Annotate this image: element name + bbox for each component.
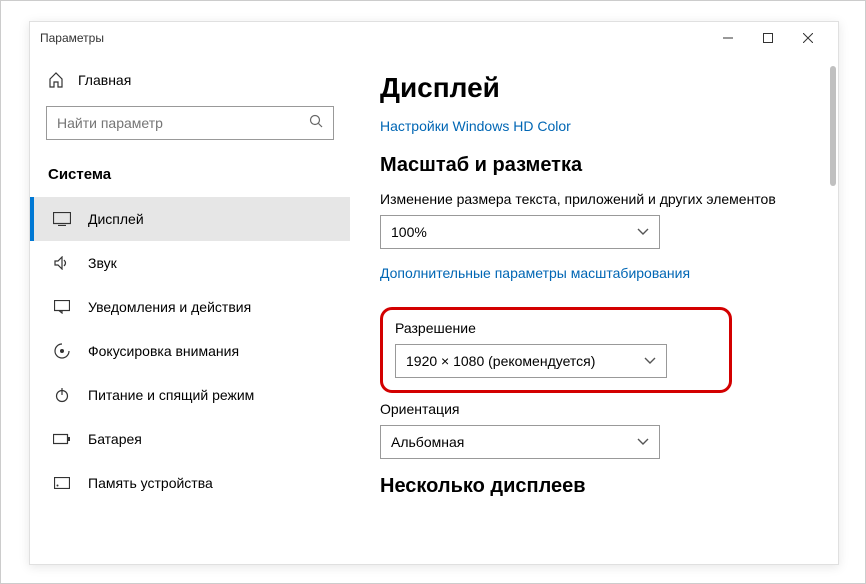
sidebar-item-label: Дисплей — [88, 211, 144, 227]
sidebar-item-focus[interactable]: Фокусировка внимания — [30, 329, 350, 373]
orientation-dropdown[interactable]: Альбомная — [380, 425, 660, 459]
focus-icon — [52, 343, 72, 359]
sidebar-item-notifications[interactable]: Уведомления и действия — [30, 285, 350, 329]
sidebar-item-label: Звук — [88, 255, 117, 271]
sidebar-section-label: Система — [30, 158, 350, 197]
page-title: Дисплей — [380, 72, 788, 104]
notifications-icon — [52, 300, 72, 314]
multi-display-heading: Несколько дисплеев — [380, 475, 788, 498]
search-icon — [309, 114, 323, 133]
sidebar-item-power[interactable]: Питание и спящий режим — [30, 373, 350, 417]
resolution-dropdown[interactable]: 1920 × 1080 (рекомендуется) — [395, 344, 667, 378]
home-link[interactable]: Главная — [30, 62, 350, 98]
scrollbar[interactable] — [830, 66, 836, 186]
home-label: Главная — [78, 72, 131, 88]
sidebar-item-display[interactable]: Дисплей — [30, 197, 350, 241]
sidebar-item-label: Батарея — [88, 431, 142, 447]
resolution-value: 1920 × 1080 (рекомендуется) — [406, 353, 595, 369]
scale-section-heading: Масштаб и разметка — [380, 154, 788, 177]
chevron-down-icon — [644, 354, 656, 368]
sound-icon — [52, 256, 72, 270]
chevron-down-icon — [637, 435, 649, 449]
chevron-down-icon — [637, 225, 649, 239]
sidebar-item-sound[interactable]: Звук — [30, 241, 350, 285]
sidebar-item-label: Фокусировка внимания — [88, 343, 239, 359]
orientation-value: Альбомная — [391, 434, 464, 450]
sidebar-item-storage[interactable]: Память устройства — [30, 461, 350, 505]
sidebar-item-label: Уведомления и действия — [88, 299, 251, 315]
search-input[interactable] — [57, 115, 309, 131]
maximize-button[interactable] — [748, 24, 788, 52]
window-title: Параметры — [40, 31, 104, 45]
battery-icon — [52, 433, 72, 445]
storage-icon — [52, 477, 72, 489]
sidebar-item-label: Память устройства — [88, 475, 213, 491]
minimize-button[interactable] — [708, 24, 748, 52]
scale-label: Изменение размера текста, приложений и д… — [380, 191, 788, 207]
display-icon — [52, 212, 72, 226]
close-button[interactable] — [788, 24, 828, 52]
orientation-label: Ориентация — [380, 401, 788, 417]
sidebar-item-label: Питание и спящий режим — [88, 387, 254, 403]
resolution-label: Разрешение — [395, 320, 717, 336]
hd-color-link[interactable]: Настройки Windows HD Color — [380, 118, 571, 134]
search-input-container[interactable] — [46, 106, 334, 140]
sidebar-item-battery[interactable]: Батарея — [30, 417, 350, 461]
scale-advanced-link[interactable]: Дополнительные параметры масштабирования — [380, 265, 690, 281]
home-icon — [48, 72, 64, 88]
resolution-highlight: Разрешение 1920 × 1080 (рекомендуется) — [380, 307, 732, 393]
scale-dropdown[interactable]: 100% — [380, 215, 660, 249]
power-icon — [52, 387, 72, 403]
scale-value: 100% — [391, 224, 427, 240]
